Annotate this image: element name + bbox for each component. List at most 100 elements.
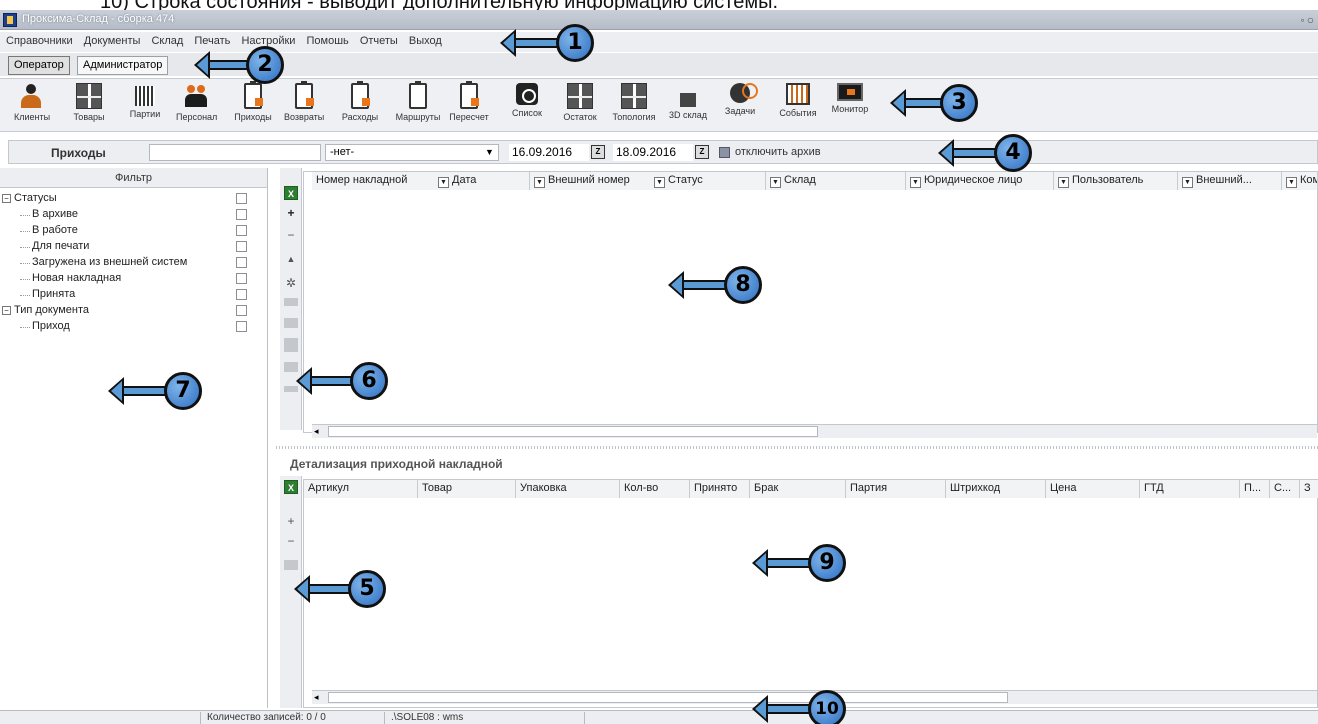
columns-icon[interactable] <box>284 560 298 570</box>
tree-item[interactable]: Загружена из внешней систем <box>0 255 267 271</box>
move-up-icon[interactable]: ▲ <box>284 252 298 266</box>
date-from-field[interactable]: 16.09.2016 <box>509 144 589 161</box>
column-filter-icon[interactable]: ▼ <box>910 177 921 188</box>
tree-checkbox[interactable] <box>236 257 247 268</box>
column-header[interactable]: ▼ Склад <box>766 172 906 190</box>
toolbar-staff-button[interactable]: Персонал <box>176 83 217 131</box>
add-icon[interactable]: + <box>284 206 298 220</box>
column-header[interactable]: ГТД <box>1140 480 1240 498</box>
role-admin-button[interactable]: Администратор <box>77 56 169 75</box>
remove-icon[interactable]: − <box>284 534 298 548</box>
toolbar-list-button[interactable]: Список <box>508 83 546 131</box>
tree-checkbox[interactable] <box>236 305 247 316</box>
tree-group-doc-type[interactable]: − Тип документа <box>0 303 267 319</box>
tree-item[interactable]: Приход <box>0 319 267 335</box>
column-header[interactable]: Брак <box>750 480 846 498</box>
incoming-grid[interactable]: Номер накладной ▼ Дата ▼ Внешний номер ▼ Ст… <box>303 171 1318 438</box>
edit-icon[interactable] <box>284 298 298 306</box>
column-header[interactable]: Партия <box>846 480 946 498</box>
column-header[interactable]: Упаковка <box>516 480 620 498</box>
menu-print[interactable]: Печать <box>190 32 234 47</box>
search-input[interactable] <box>149 144 321 161</box>
column-header[interactable]: П... <box>1240 480 1270 498</box>
column-header[interactable]: ▼ Пользователь <box>1054 172 1178 190</box>
calendar-icon[interactable]: Z <box>591 145 605 159</box>
add-icon[interactable]: + <box>284 514 298 528</box>
toolbar-clients-button[interactable]: Клиенты <box>14 83 50 131</box>
scrollbar-thumb[interactable] <box>328 692 1008 703</box>
column-filter-icon[interactable]: ▼ <box>438 177 449 188</box>
column-header[interactable]: ▼ Внешний... <box>1178 172 1282 190</box>
toolbar-monitor-button[interactable]: Монитор <box>826 83 874 131</box>
tree-checkbox[interactable] <box>236 193 247 204</box>
menu-settings[interactable]: Настройки <box>237 32 299 47</box>
toolbar-batches-button[interactable]: Партии <box>126 83 164 131</box>
column-header[interactable]: Принято <box>690 480 750 498</box>
column-header[interactable]: Штрихкод <box>946 480 1046 498</box>
tree-checkbox[interactable] <box>236 209 247 220</box>
detail-grid[interactable]: Артикул Товар Упаковка Кол-во Принято Бр… <box>303 479 1318 708</box>
column-header[interactable]: Кол-во <box>620 480 690 498</box>
column-filter-icon[interactable]: ▼ <box>534 177 545 188</box>
tree-item[interactable]: Для печати <box>0 239 267 255</box>
toolbar-tasks-button[interactable]: Задачи <box>723 83 758 131</box>
menu-warehouse[interactable]: Склад <box>147 32 187 47</box>
tree-item[interactable]: В работе <box>0 223 267 239</box>
scroll-left-icon[interactable]: ◂ <box>314 426 319 437</box>
tree-checkbox[interactable] <box>236 273 247 284</box>
menu-help[interactable]: Помошь <box>302 32 352 47</box>
horizontal-scrollbar[interactable]: ◂ <box>312 424 1317 438</box>
tree-item[interactable]: Принята <box>0 287 267 303</box>
column-filter-icon[interactable]: ▼ <box>1286 177 1297 188</box>
role-operator-button[interactable]: Оператор <box>8 56 70 75</box>
column-filter-icon[interactable]: ▼ <box>1058 177 1069 188</box>
scroll-left-icon[interactable]: ◂ <box>314 692 319 703</box>
collapse-icon[interactable]: − <box>2 306 11 315</box>
toolbar-events-button[interactable]: События <box>776 83 820 131</box>
column-header[interactable]: ▼ Юридическое лицо <box>906 172 1054 190</box>
excel-export-icon[interactable]: X <box>284 480 298 494</box>
column-filter-icon[interactable]: ▼ <box>654 177 665 188</box>
tree-checkbox[interactable] <box>236 289 247 300</box>
filter-select[interactable]: -нет- ▼ <box>325 144 499 161</box>
toolbar-balance-button[interactable]: Остаток <box>558 83 602 131</box>
document-icon[interactable] <box>284 338 298 352</box>
date-to-field[interactable]: 18.09.2016 <box>613 144 693 161</box>
column-filter-icon[interactable]: ▼ <box>1182 177 1193 188</box>
column-header[interactable]: Цена <box>1046 480 1140 498</box>
chevron-down-icon[interactable]: ▼ <box>483 146 496 159</box>
scrollbar-thumb[interactable] <box>328 426 818 437</box>
column-header[interactable]: З <box>1300 480 1318 498</box>
tree-checkbox[interactable] <box>236 321 247 332</box>
toolbar-recount-button[interactable]: Пересчет <box>447 81 491 131</box>
tree-item[interactable]: Новая накладная <box>0 271 267 287</box>
calendar-icon[interactable]: Z <box>695 145 709 159</box>
column-header[interactable]: Артикул <box>304 480 418 498</box>
menu-reports[interactable]: Отчеты <box>356 32 402 47</box>
column-header[interactable]: ▼ Внешний номер <box>530 172 654 190</box>
toolbar-outgoing-button[interactable]: Расходы <box>340 81 380 131</box>
toolbar-returns-button[interactable]: Возвраты <box>284 81 324 131</box>
tree-checkbox[interactable] <box>236 241 247 252</box>
toolbar-incoming-button[interactable]: Приходы <box>233 81 273 131</box>
column-header[interactable]: Номер накладной <box>312 172 452 190</box>
eraser-icon[interactable] <box>284 318 298 328</box>
remove-icon[interactable]: − <box>284 228 298 242</box>
menu-documents[interactable]: Документы <box>80 32 145 47</box>
refresh-icon[interactable]: ✲ <box>284 276 298 290</box>
column-header[interactable]: ▼ Статус <box>650 172 766 190</box>
tree-item[interactable]: В архиве <box>0 207 267 223</box>
column-header[interactable]: ▼Ком <box>1282 172 1318 190</box>
menu-references[interactable]: Справочники <box>0 32 77 47</box>
toolbar-routes-button[interactable]: Маршруты <box>394 81 442 131</box>
toolbar-topology-button[interactable]: Топология <box>609 83 659 131</box>
column-header[interactable]: ▼ Дата <box>434 172 530 190</box>
column-filter-icon[interactable]: ▼ <box>770 177 781 188</box>
archive-checkbox[interactable] <box>719 147 730 158</box>
toolbar-3d-warehouse-button[interactable]: 3D склад <box>667 83 709 131</box>
excel-export-icon[interactable]: X <box>284 186 298 200</box>
collapse-icon[interactable]: − <box>2 194 11 203</box>
column-header[interactable]: Товар <box>418 480 516 498</box>
menu-exit[interactable]: Выход <box>405 32 446 47</box>
window-controls[interactable]: ◦○ <box>1300 13 1316 27</box>
